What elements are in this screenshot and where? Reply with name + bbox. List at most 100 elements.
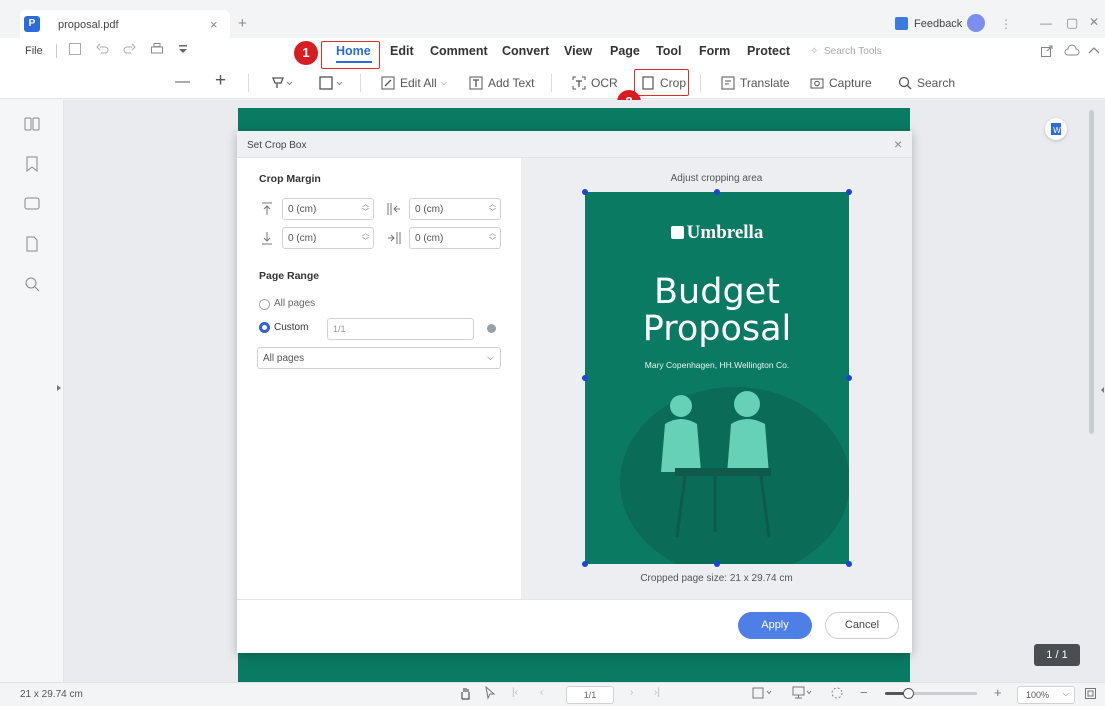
edit-all-button[interactable]: Edit All ⌵ bbox=[380, 74, 447, 92]
crop-handle-left[interactable] bbox=[582, 375, 588, 381]
zoom-out-button[interactable]: — bbox=[175, 73, 190, 90]
translate-button[interactable]: Translate bbox=[720, 74, 790, 92]
all-pages-radio[interactable] bbox=[259, 299, 270, 310]
next-page-icon[interactable]: › bbox=[630, 687, 633, 698]
page-layout-icon[interactable] bbox=[752, 687, 774, 699]
custom-range-input[interactable]: 1/1 bbox=[327, 318, 474, 340]
more-menu-icon[interactable]: ⋮ bbox=[1000, 17, 1012, 31]
save-icon[interactable] bbox=[68, 42, 82, 56]
margin-left-icon bbox=[386, 201, 402, 217]
margin-bottom-input[interactable]: 0 (cm) ︿ ﹀ bbox=[282, 227, 374, 249]
expand-sidebar-icon[interactable] bbox=[56, 384, 62, 392]
feedback-link[interactable]: Feedback bbox=[914, 18, 962, 30]
apply-button[interactable]: Apply bbox=[738, 612, 812, 639]
menu-view[interactable]: View bbox=[564, 44, 592, 58]
info-icon[interactable] bbox=[487, 324, 496, 333]
search-button[interactable]: Search bbox=[897, 74, 955, 92]
tab-close-icon[interactable]: × bbox=[210, 17, 218, 32]
search-tools-field[interactable]: Search Tools bbox=[824, 46, 882, 57]
shape-icon[interactable] bbox=[318, 75, 346, 91]
scrollbar[interactable] bbox=[1089, 110, 1094, 434]
stepper-icon[interactable]: ︿ ﹀ bbox=[362, 201, 369, 217]
first-page-icon[interactable]: |‹ bbox=[512, 687, 518, 698]
add-text-button[interactable]: Add Text bbox=[468, 74, 534, 92]
zoom-slider[interactable] bbox=[885, 688, 977, 699]
add-text-label: Add Text bbox=[488, 76, 535, 90]
page-number-input[interactable]: 1/1 bbox=[566, 686, 614, 704]
margin-top-input[interactable]: 0 (cm) ︿ ﹀ bbox=[282, 198, 374, 220]
menu-edit[interactable]: Edit bbox=[390, 44, 414, 58]
select-tool-icon[interactable] bbox=[484, 686, 496, 700]
menu-page[interactable]: Page bbox=[610, 44, 640, 58]
crop-handle-right[interactable] bbox=[846, 375, 852, 381]
cancel-button[interactable]: Cancel bbox=[825, 612, 899, 639]
prev-page-icon[interactable]: ‹ bbox=[540, 687, 543, 698]
custom-radio[interactable] bbox=[259, 322, 270, 333]
cloud-icon[interactable] bbox=[1064, 44, 1080, 58]
stepper-icon[interactable]: ︿ ﹀ bbox=[489, 230, 496, 246]
view-mode-icon[interactable] bbox=[792, 686, 814, 700]
search-panel-icon[interactable] bbox=[22, 274, 42, 294]
menu-protect[interactable]: Protect bbox=[747, 44, 790, 58]
new-tab-button[interactable]: + bbox=[238, 15, 247, 32]
ocr-button[interactable]: OCR bbox=[571, 74, 618, 92]
menu-tool[interactable]: Tool bbox=[656, 44, 681, 58]
zoom-select[interactable]: 100% ⌵ bbox=[1017, 686, 1075, 704]
thumbnails-icon[interactable] bbox=[22, 114, 42, 134]
crop-margin-heading: Crop Margin bbox=[259, 173, 321, 185]
divider bbox=[360, 74, 361, 92]
stepper-icon[interactable]: ︿ ﹀ bbox=[362, 230, 369, 246]
attachment-icon[interactable] bbox=[22, 234, 42, 254]
hand-tool-icon[interactable] bbox=[459, 686, 471, 700]
last-page-icon[interactable]: ›| bbox=[654, 687, 660, 698]
page-range-select[interactable]: All pages ⌵ bbox=[257, 347, 501, 369]
fullscreen-icon[interactable] bbox=[1084, 687, 1097, 700]
margin-left-input[interactable]: 0 (cm) ︿ ﹀ bbox=[409, 198, 501, 220]
highlight-icon[interactable] bbox=[270, 75, 294, 91]
redo-icon[interactable] bbox=[122, 42, 136, 56]
undo-icon[interactable] bbox=[96, 42, 110, 56]
close-window-button[interactable]: ✕ bbox=[1089, 15, 1099, 29]
margin-top-icon bbox=[259, 201, 275, 217]
divider bbox=[551, 74, 552, 92]
print-icon[interactable] bbox=[150, 42, 164, 56]
page-preview[interactable]: Umbrella Budget Proposal Mary Copenhagen,… bbox=[585, 192, 849, 564]
fit-width-icon[interactable] bbox=[830, 686, 844, 700]
cover-illustration bbox=[620, 387, 849, 564]
custom-label: Custom bbox=[274, 322, 309, 333]
collapse-ribbon-icon[interactable] bbox=[1088, 44, 1100, 58]
dialog-title: Set Crop Box bbox=[247, 140, 307, 151]
zoom-value: 100% bbox=[1026, 690, 1050, 700]
statusbar-zoom-out-button[interactable]: − bbox=[860, 685, 868, 700]
collapse-right-panel-icon[interactable] bbox=[1100, 386, 1105, 394]
avatar[interactable] bbox=[967, 14, 985, 32]
crop-handle-top-left[interactable] bbox=[582, 189, 588, 195]
zoom-in-button[interactable]: + bbox=[215, 70, 226, 92]
share-icon[interactable] bbox=[1040, 44, 1054, 58]
menu-comment[interactable]: Comment bbox=[430, 44, 488, 58]
crop-handle-bottom-left[interactable] bbox=[582, 561, 588, 567]
stepper-icon[interactable]: ︿ ﹀ bbox=[489, 201, 496, 217]
crop-handle-bottom[interactable] bbox=[714, 561, 720, 567]
bookmark-icon[interactable] bbox=[22, 154, 42, 174]
menu-form[interactable]: Form bbox=[699, 44, 730, 58]
pdf-page-bottom bbox=[238, 652, 910, 682]
minimize-button[interactable]: — bbox=[1040, 16, 1052, 30]
zoom-slider-thumb[interactable] bbox=[903, 688, 914, 699]
comment-icon[interactable] bbox=[22, 194, 42, 214]
capture-button[interactable]: Capture bbox=[809, 74, 872, 92]
crop-handle-top[interactable] bbox=[714, 189, 720, 195]
crop-handle-top-right[interactable] bbox=[846, 189, 852, 195]
dialog-close-icon[interactable]: × bbox=[894, 136, 902, 152]
menu-convert[interactable]: Convert bbox=[502, 44, 549, 58]
margin-right-input[interactable]: 0 (cm) ︿ ﹀ bbox=[409, 227, 501, 249]
document-tab[interactable] bbox=[20, 10, 230, 38]
margin-right-icon bbox=[386, 230, 402, 246]
quick-access-dropdown-icon[interactable] bbox=[178, 42, 188, 56]
file-menu[interactable]: File bbox=[25, 45, 43, 57]
maximize-button[interactable]: ▢ bbox=[1066, 15, 1078, 31]
convert-to-word-icon[interactable]: W bbox=[1045, 118, 1067, 140]
statusbar-zoom-in-button[interactable]: + bbox=[994, 685, 1002, 700]
crop-handle-bottom-right[interactable] bbox=[846, 561, 852, 567]
chevron-down-icon: ⌵ bbox=[440, 78, 447, 87]
